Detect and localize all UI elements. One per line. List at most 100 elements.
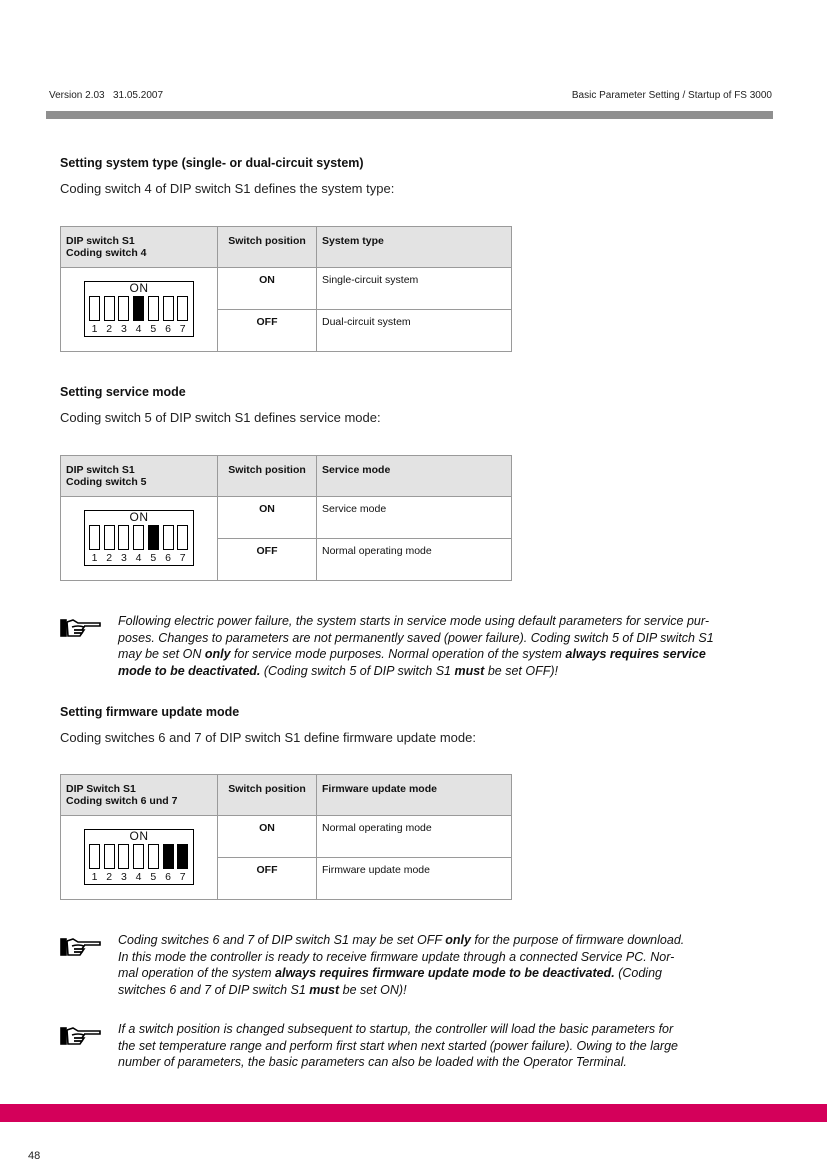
table-row: ON 1 2 3 4 5 6 7 ON Single-circuit system <box>60 267 512 352</box>
pointing-hand-icon <box>60 619 101 637</box>
pointing-hand-icon <box>60 938 101 956</box>
switch-position-cell: ON <box>217 496 317 539</box>
header-dip-switch: DIP switch S1 Coding switch 4 <box>60 226 218 268</box>
system-type-table: DIP switch S1 Coding switch 4 Switch posit… <box>60 226 512 352</box>
dip-switch-diagram: ON 1 2 3 4 5 6 7 <box>84 829 194 885</box>
header-dip-switch: DIP switch S1 Coding switch 5 <box>60 455 218 497</box>
note-service-mode: Following electric power failure, the sy… <box>118 613 788 679</box>
dip-switch-number: 6 <box>165 323 171 335</box>
section-intro-system-type: Coding switch 4 of DIP switch S1 defines… <box>60 181 395 196</box>
header-version: Version 2.03 31.05.2007 <box>49 90 163 101</box>
dip-switch-3 <box>118 844 130 869</box>
dip-switch-1 <box>89 844 100 869</box>
note-text: If a switch position is changed subseque… <box>118 1022 678 1069</box>
section-heading-firmware-mode: Setting firmware update mode <box>60 705 240 719</box>
dip-switch-5-set <box>147 525 159 550</box>
version-label: Version 2.03 <box>49 90 105 101</box>
dip-diagram-cell: ON 1 2 3 4 5 6 7 <box>60 496 218 581</box>
dip-switch-4 <box>133 844 145 869</box>
dip-switch-2 <box>103 296 115 321</box>
dip-switch-number: 2 <box>106 552 113 564</box>
dip-switch-diagram: ON 1 2 3 4 5 6 7 <box>84 510 194 566</box>
dip-switch-number: 1 <box>91 323 98 335</box>
switch-position-cell: ON <box>217 267 317 310</box>
firmware-mode-table: DIP Switch S1 Coding switch 6 und 7 Switch… <box>60 774 512 900</box>
table-header-row: DIP switch S1 Coding switch 4 Switch posit… <box>60 226 512 268</box>
mode-value-cell: Normal operating mode <box>316 538 512 581</box>
dip-switch-number: 4 <box>135 323 142 335</box>
header-title: Basic Parameter Setting / Startup of FS … <box>571 90 772 101</box>
dip-switch-number: 4 <box>135 871 142 883</box>
header-dip-line2: Coding switch 6 und 7 <box>66 795 178 807</box>
note-emphasis: must <box>454 663 485 678</box>
dip-switch-number: 5 <box>150 552 157 564</box>
dip-switch-number: 5 <box>150 323 157 335</box>
dip-switch-2 <box>103 525 115 550</box>
mode-value-cell: Normal operating mode <box>316 815 512 858</box>
dip-switch-1 <box>89 296 100 321</box>
note-text: be set OFF)! <box>484 663 558 678</box>
dip-switch-diagram: ON 1 2 3 4 5 6 7 <box>84 281 194 337</box>
section-heading-system-type: Setting system type (single- or dual-cir… <box>60 156 364 170</box>
section-intro-service-mode: Coding switch 5 of DIP switch S1 defines… <box>60 410 381 425</box>
switch-position-cell: ON <box>217 815 317 858</box>
dip-switch-number: 3 <box>120 871 127 883</box>
dip-switch-4 <box>133 525 145 550</box>
note-text: Coding switches 6 and 7 of DIP switch S1… <box>118 933 446 947</box>
dip-switch-4-set <box>133 296 145 321</box>
dip-switch-6 <box>162 525 174 550</box>
switch-position-cell: OFF <box>217 857 317 900</box>
switch-position-cell: OFF <box>217 309 317 352</box>
page-number: 48 <box>28 1150 41 1162</box>
header-switch-position: Switch position <box>217 226 317 268</box>
table-row: ON 1 2 3 4 5 6 7 ON Service mode <box>60 496 512 581</box>
note-emphasis: only <box>445 933 471 947</box>
note-text: (Coding switch 5 of DIP switch S1 <box>260 663 455 678</box>
dip-switch-number: 1 <box>91 871 98 883</box>
header-switch-position: Switch position <box>217 774 317 816</box>
header-dip-switch: DIP Switch S1 Coding switch 6 und 7 <box>60 774 218 816</box>
header-dip-line2: Coding switch 5 <box>66 476 147 488</box>
table-header-row: DIP Switch S1 Coding switch 6 und 7 Switch… <box>60 774 512 816</box>
dip-switch-number: 2 <box>106 871 113 883</box>
dip-switch-3 <box>118 525 130 550</box>
mode-value-cell: Service mode <box>316 496 512 539</box>
dip-diagram-cell: ON 1 2 3 4 5 6 7 <box>60 815 218 900</box>
mode-value-cell: Firmware update mode <box>316 857 512 900</box>
pointing-hand-icon <box>60 1027 101 1045</box>
dip-switch-number: 7 <box>179 552 186 564</box>
mode-value-cell: Dual-circuit system <box>316 309 512 352</box>
header-dip-line1: DIP switch S1 <box>66 235 135 247</box>
header-mode: Firmware update mode <box>316 774 512 816</box>
dip-diagram-cell: ON 1 2 3 4 5 6 7 <box>60 267 218 352</box>
note-firmware-mode: Coding switches 6 and 7 of DIP switch S1… <box>118 932 788 998</box>
service-mode-table: DIP switch S1 Coding switch 5 Switch posit… <box>60 455 512 581</box>
dip-switch-number: 2 <box>106 323 113 335</box>
dip-switch-7-set <box>177 844 189 869</box>
section-intro-firmware-mode: Coding switches 6 and 7 of DIP switch S1… <box>60 730 476 745</box>
switch-position-cell: OFF <box>217 538 317 581</box>
dip-switch-5 <box>147 844 159 869</box>
header-dip-line1: DIP Switch S1 <box>66 783 136 795</box>
dip-switch-5 <box>147 296 159 321</box>
version-date: 31.05.2007 <box>112 90 164 101</box>
table-row: ON 1 2 3 4 5 6 7 ON Normal operating mode <box>60 815 512 900</box>
dip-switch-number: 7 <box>179 871 186 883</box>
dip-switch-number: 3 <box>120 552 127 564</box>
note-emphasis: always requires firmware update mode to … <box>275 966 615 980</box>
header-dip-line1: DIP switch S1 <box>66 464 135 476</box>
dip-switch-7 <box>177 296 189 321</box>
note-switch-change: If a switch position is changed subseque… <box>118 1021 788 1071</box>
header-switch-position: Switch position <box>217 455 317 497</box>
section-heading-service-mode: Setting service mode <box>60 385 186 399</box>
table-header-row: DIP switch S1 Coding switch 5 Switch posit… <box>60 455 512 497</box>
header-divider <box>46 111 773 119</box>
dip-switch-number: 4 <box>135 552 142 564</box>
dip-switch-1 <box>89 525 100 550</box>
dip-switch-number: 5 <box>150 871 157 883</box>
dip-switch-6 <box>162 296 174 321</box>
dip-switch-number: 7 <box>179 323 186 335</box>
dip-on-label: ON <box>129 510 149 524</box>
note-emphasis: must <box>309 982 340 997</box>
header-dip-line2: Coding switch 4 <box>66 247 147 259</box>
